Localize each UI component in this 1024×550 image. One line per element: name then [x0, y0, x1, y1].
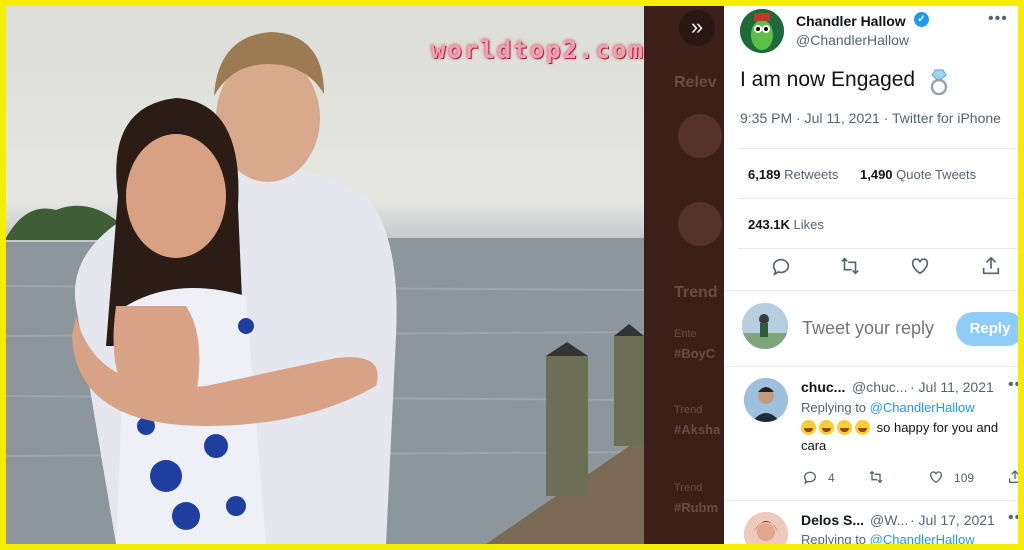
comment-like-count: 109: [954, 471, 975, 485]
ghost-trend-item: #Rubm: [674, 500, 719, 515]
divider: [738, 198, 1018, 199]
share-icon[interactable]: [980, 255, 1002, 277]
retweet-icon[interactable]: [839, 255, 861, 277]
ghost-heading-trends: Trend: [674, 284, 718, 301]
ghost-trend-item: Trend: [674, 482, 703, 494]
comment-date[interactable]: · Jul 17, 2021: [910, 512, 995, 528]
likes-count: 243.1K: [748, 217, 790, 232]
likes-label: Likes: [793, 217, 824, 232]
divider: [724, 500, 1018, 501]
replying-to-link[interactable]: @ChandlerHallow: [870, 532, 975, 544]
grin-emoji-icon: [801, 420, 816, 435]
ghost-heading-relevant: Relev: [674, 74, 717, 91]
share-icon: [1009, 470, 1018, 483]
author-avatar[interactable]: [740, 9, 784, 53]
comment-more-icon[interactable]: ••: [1008, 509, 1018, 527]
reply-input[interactable]: [802, 318, 952, 339]
commenter-avatar[interactable]: [744, 378, 788, 422]
comment-date[interactable]: · Jul 11, 2021: [910, 379, 994, 395]
more-options-icon[interactable]: •••: [988, 10, 1008, 28]
verified-badge-icon: ✓: [914, 12, 929, 27]
author-handle[interactable]: @ChandlerHallow: [796, 32, 909, 48]
quotes-count: 1,490: [860, 167, 893, 182]
comment-more-icon[interactable]: ••: [1008, 376, 1018, 394]
comment-replying-to: Replying to @ChandlerHallow: [801, 532, 975, 544]
replying-to-link[interactable]: @ChandlerHallow: [870, 400, 975, 415]
commenter-handle[interactable]: @W...: [870, 512, 908, 528]
ghost-trend-item: #Aksha: [674, 422, 721, 437]
ring-emoji-icon: [927, 68, 951, 96]
like-icon: [930, 471, 942, 484]
reply-icon[interactable]: [770, 255, 792, 277]
reply-icon: [804, 471, 816, 485]
divider: [724, 366, 1018, 367]
comment-text: so happy for you and cara: [801, 419, 1016, 455]
ghost-trend-item: #BoyC: [674, 346, 716, 361]
quote-tweets-stat[interactable]: 1,490 Quote Tweets: [860, 167, 976, 182]
like-icon[interactable]: [909, 255, 931, 277]
current-user-avatar[interactable]: [742, 303, 788, 349]
grin-emoji-icon: [819, 420, 834, 435]
replying-prefix: Replying to: [801, 400, 867, 415]
ghost-trend-item: Ente: [674, 328, 697, 340]
expand-chevron-icon[interactable]: »: [679, 10, 715, 46]
grin-emoji-icon: [855, 420, 870, 435]
tweet-timestamp-source[interactable]: 9:35 PM · Jul 11, 2021 · Twitter for iPh…: [740, 110, 1001, 126]
ghost-avatar: [678, 114, 722, 158]
comment-retweet-action[interactable]: [868, 469, 884, 485]
quotes-label: Quote Tweets: [896, 167, 977, 182]
screenshot-frame: worldtop2.com Relev Trend Ente #BoyC Tre…: [6, 6, 1018, 544]
retweet-icon: [869, 470, 883, 484]
divider: [738, 248, 1018, 249]
background-timeline-strip: Relev Trend Ente #BoyC Trend #Aksha Tren…: [644, 6, 724, 544]
ghost-trend-item: Trend: [674, 404, 703, 416]
commenter-name[interactable]: Delos S...: [801, 512, 864, 528]
comment-reply-count: 4: [828, 471, 835, 485]
comment-replying-to: Replying to @ChandlerHallow: [801, 400, 975, 415]
comment-like-action[interactable]: 109: [928, 469, 974, 485]
commenter-name[interactable]: chuc...: [801, 379, 845, 395]
commenter-avatar[interactable]: [744, 512, 788, 544]
tweet-text: I am now Engaged: [740, 68, 916, 91]
replying-prefix: Replying to: [801, 532, 867, 544]
engagement-photo: worldtop2.com: [6, 6, 644, 544]
commenter-handle[interactable]: @chuc...: [852, 379, 907, 395]
tweet-detail-panel: Chandler Hallow ✓ @ChandlerHallow ••• I …: [724, 6, 1018, 544]
author-name[interactable]: Chandler Hallow: [796, 13, 906, 29]
comment-share-action[interactable]: [1007, 469, 1018, 485]
retweets-label: Retweets: [784, 167, 839, 182]
ghost-avatar: [678, 202, 722, 246]
grin-emoji-icon: [837, 420, 852, 435]
reply-button[interactable]: Reply: [956, 312, 1018, 346]
divider: [724, 290, 1018, 291]
photo-illustration: [6, 32, 644, 544]
likes-stat[interactable]: 243.1K Likes: [748, 217, 824, 232]
comment-reply-action[interactable]: 4: [802, 469, 835, 485]
divider: [738, 148, 1018, 149]
retweets-count: 6,189: [748, 167, 781, 182]
retweets-stat[interactable]: 6,189 Retweets: [748, 167, 838, 182]
watermark-text: worldtop2.com: [431, 36, 644, 64]
